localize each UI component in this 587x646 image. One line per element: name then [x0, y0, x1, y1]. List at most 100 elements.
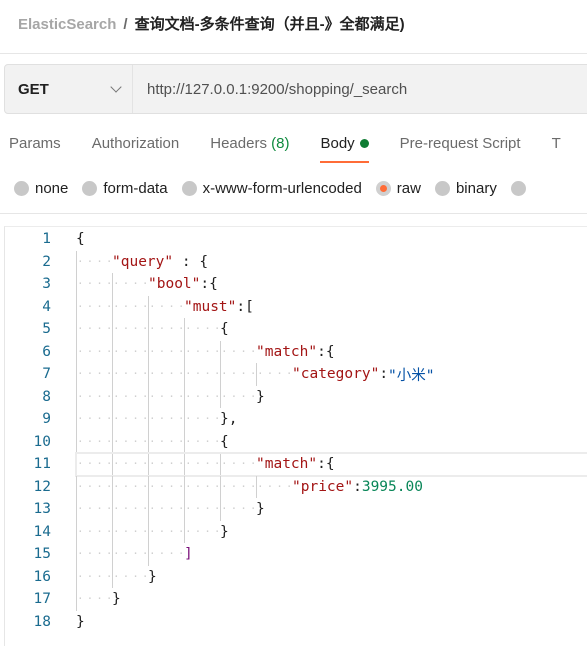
radio-circle-icon	[82, 181, 98, 196]
indent-guide: ····	[220, 340, 257, 363]
indent-guide: ····	[148, 363, 185, 386]
code-content: ···· ···· ···· ···· ···· "match":{	[75, 452, 587, 477]
indent-guide: ····	[148, 385, 185, 408]
code-editor[interactable]: 1{2 ···· "query" : {3 ···· ···· "bool":{4 ····…	[4, 226, 587, 646]
breadcrumb: ElasticSearch / 查询文档-多条件查询（并且-》全都满足)	[18, 13, 405, 34]
indent-guide: ····	[76, 565, 113, 588]
indent-guide: ····	[112, 565, 149, 588]
method-select[interactable]: GET	[5, 65, 133, 113]
divider	[0, 213, 587, 214]
indent-guide: ····	[76, 340, 113, 363]
indent-guide: ····	[112, 475, 149, 498]
indent-guide: ····	[112, 318, 149, 341]
code-token: {	[325, 456, 335, 473]
tab-label: Pre-request Script	[399, 135, 521, 152]
indent-guide: ····	[148, 475, 185, 498]
code-token: }	[256, 388, 265, 405]
request-title[interactable]: 查询文档-多条件查询（并且-》全都满足)	[135, 16, 405, 33]
indent-guide: ····	[112, 273, 149, 296]
code-token: {	[76, 231, 85, 248]
indent-guide: ····	[184, 475, 221, 498]
indent-guide: ····	[112, 543, 149, 566]
indent-guide: ····	[184, 385, 221, 408]
indent-guide: ····	[112, 430, 149, 453]
indent-guide: ····	[148, 430, 185, 453]
line-number: 9	[42, 411, 51, 428]
code-token: }	[148, 568, 157, 585]
radio-form-data[interactable]: form-data	[82, 180, 168, 197]
indent-guide: ····	[184, 498, 221, 521]
code-line: 13 ···· ···· ···· ···· ····}	[5, 498, 587, 521]
tab-authorization[interactable]: Authorization	[92, 135, 180, 163]
code-content: ···· ···· ···· ····{	[76, 318, 587, 341]
code-token: }	[76, 613, 85, 630]
code-line: 8 ···· ···· ···· ···· ····}	[5, 385, 587, 408]
code-token: :	[317, 456, 326, 473]
tab-pre-request-script[interactable]: Pre-request Script	[400, 135, 521, 163]
code-line: 18}	[5, 611, 587, 634]
code-content: ···· ···· "bool":{	[76, 273, 587, 296]
code-token: 3995.00	[361, 478, 423, 495]
tab-body[interactable]: Body	[320, 135, 369, 163]
radio-graphql[interactable]	[510, 180, 532, 197]
line-number: 2	[42, 253, 51, 270]
indent-guide: ····	[76, 543, 113, 566]
code-token: :	[173, 253, 200, 270]
code-token: "match"	[256, 343, 318, 360]
radio-label: none	[35, 180, 69, 197]
code-token: [	[245, 298, 254, 315]
line-number: 11	[33, 456, 51, 473]
line-number: 12	[33, 478, 51, 495]
breadcrumb-separator: /	[123, 16, 128, 33]
headers-count: (8)	[271, 135, 290, 152]
radio-selected-icon	[375, 181, 391, 196]
code-content: {	[76, 228, 587, 251]
code-token: "price"	[292, 478, 354, 495]
indent-guide: ····	[76, 475, 113, 498]
code-content: ···· ···· ····]	[76, 543, 587, 566]
line-number: 10	[33, 433, 51, 450]
method-label: GET	[18, 80, 49, 98]
indent-guide: ····	[148, 498, 185, 521]
tab-params[interactable]: Params	[9, 135, 61, 163]
radio-circle-icon	[181, 181, 197, 196]
divider	[0, 53, 587, 54]
indent-guide: ····	[76, 385, 113, 408]
indent-guide: ····	[148, 318, 185, 341]
radio-none[interactable]: none	[14, 180, 68, 197]
indent-guide: ····	[256, 363, 293, 386]
code-token: :	[379, 366, 389, 383]
code-content: ···· ···· ···· "must":[	[76, 295, 587, 318]
code-line: 11 ···· ···· ···· ···· ···· "match":{	[5, 452, 587, 477]
line-number: 1	[42, 231, 51, 248]
indent-guide: ····	[184, 453, 221, 476]
code-token: :	[353, 478, 362, 495]
code-token: {	[325, 343, 335, 360]
indent-guide: ····	[76, 453, 113, 476]
radio-label: binary	[455, 180, 497, 197]
tab-headers[interactable]: Headers (8)	[210, 135, 289, 163]
indent-guide: ····	[112, 340, 149, 363]
indent-guide: ····	[76, 588, 113, 611]
radio-raw[interactable]: raw	[375, 180, 421, 197]
indent-guide: ····	[76, 273, 113, 296]
radio-label: raw	[396, 180, 421, 197]
code-token: "match"	[256, 456, 318, 473]
line-number: 6	[42, 343, 51, 360]
radio-binary[interactable]: binary	[434, 180, 497, 197]
indent-guide: ····	[76, 295, 113, 318]
code-content: ···· ···· ···· ····}	[76, 520, 587, 543]
code-token: ,	[228, 411, 238, 428]
url-bar: GET http://127.0.0.1:9200/shopping/_sear…	[4, 64, 587, 114]
body-modified-dot-icon	[359, 139, 369, 148]
breadcrumb-collection[interactable]: ElasticSearch	[18, 16, 116, 33]
tab-tests[interactable]: T	[552, 135, 561, 163]
code-content: ···· ···· ···· ···· ····}	[76, 498, 587, 521]
line-number: 7	[42, 366, 51, 383]
tab-label: T	[551, 135, 561, 152]
radio-urlencoded[interactable]: x-www-form-urlencoded	[181, 180, 362, 197]
line-number: 17	[33, 591, 51, 608]
indent-guide: ····	[148, 453, 185, 476]
url-input[interactable]: http://127.0.0.1:9200/shopping/_search	[133, 81, 407, 98]
indent-guide: ····	[148, 295, 185, 318]
